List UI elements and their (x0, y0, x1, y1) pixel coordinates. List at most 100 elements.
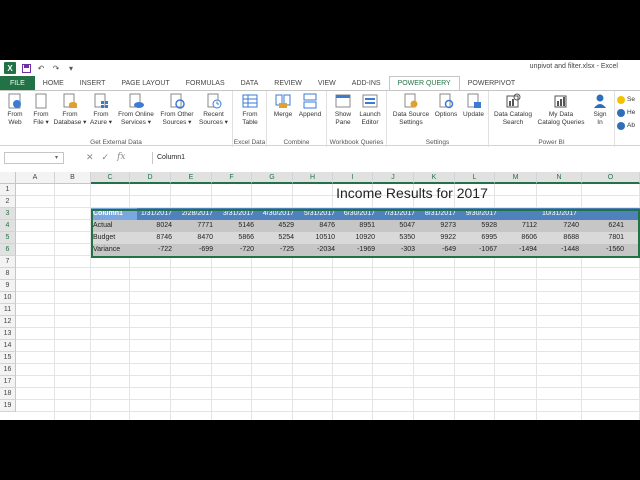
side-item-send[interactable]: Se (617, 93, 635, 106)
column-header-e[interactable]: E (171, 172, 212, 184)
row-header-11[interactable]: 11 (0, 304, 16, 316)
table-cell[interactable]: 8024 (137, 220, 176, 232)
tab-home[interactable]: HOME (35, 76, 72, 90)
table-header-cell[interactable]: 2/28/2017 (176, 208, 217, 220)
table-cell[interactable]: -720 (217, 244, 258, 256)
column-header-n[interactable]: N (537, 172, 582, 184)
from-file-button[interactable]: From File ▾ (28, 93, 54, 127)
tab-data[interactable]: DATA (233, 76, 267, 90)
column-header-a[interactable]: A (16, 172, 55, 184)
table-header-label[interactable]: Column1 (91, 208, 137, 220)
customize-icon[interactable]: ▾ (66, 63, 76, 73)
table-header-cell[interactable]: 5/31/2017 (298, 208, 339, 220)
table-header-cell[interactable]: 8/31/2017 (419, 208, 460, 220)
table-header-cell[interactable]: 3/31/2017 (217, 208, 258, 220)
column-header-c[interactable]: C (91, 172, 130, 184)
from-web-button[interactable]: From Web (2, 93, 28, 127)
row-header-19[interactable]: 19 (0, 400, 16, 412)
table-header-cell[interactable]: 9/30/2017 (460, 208, 501, 220)
tab-formulas[interactable]: FORMULAS (178, 76, 233, 90)
table-cell[interactable]: 5146 (217, 220, 258, 232)
column-header-o[interactable]: O (582, 172, 640, 184)
tab-power-query[interactable]: POWER QUERY (388, 76, 460, 90)
from-azure-button[interactable]: From Azure ▾ (87, 93, 115, 127)
row-header-8[interactable]: 8 (0, 268, 16, 280)
table-row[interactable]: Actual 8024 7771 5146 4529 8476 8951 5047 9273 59… (91, 220, 640, 232)
row-header-14[interactable]: 14 (0, 340, 16, 352)
table-cell[interactable]: 8688 (541, 232, 583, 244)
options-button[interactable]: Options (432, 93, 460, 119)
side-item-about[interactable]: Ab (617, 119, 635, 132)
table-cell[interactable]: -1448 (541, 244, 583, 256)
table-cell[interactable]: 10920 (339, 232, 379, 244)
formula-input[interactable]: Column1 (152, 152, 640, 164)
table-row[interactable]: Variance -722 -699 -720 -725 -2034 -1969 -303 -6… (91, 244, 640, 256)
select-all-corner[interactable] (0, 172, 16, 184)
side-item-help[interactable]: He (617, 106, 635, 119)
table-cell[interactable]: 8476 (298, 220, 339, 232)
table-cell[interactable]: -722 (137, 244, 176, 256)
worksheet-grid[interactable]: ABCDEFGHIJKLMNO 1 2 3 4 5 6 7 8 9 10 11 12 13 14 15 16 1… (0, 172, 640, 420)
enter-icon[interactable]: ✓ (102, 152, 110, 163)
recent-sources-button[interactable]: Recent Sources ▾ (197, 93, 230, 127)
tab-powerpivot[interactable]: POWERPIVOT (460, 76, 523, 90)
name-box-dropdown-icon[interactable]: ▾ (55, 154, 58, 161)
column-header-g[interactable]: G (252, 172, 293, 184)
redo-icon[interactable]: ↷ (51, 63, 61, 73)
table-row-label[interactable]: Budget (91, 232, 137, 244)
table-header-row[interactable]: Column1 1/31/2017 2/28/2017 3/31/2017 4/30/2… (91, 208, 640, 220)
table-header-cell[interactable]: 1/31/2017 (137, 208, 176, 220)
column-header-j[interactable]: J (373, 172, 414, 184)
insert-function-icon[interactable]: fx (117, 152, 125, 163)
table-cell[interactable]: -1969 (339, 244, 379, 256)
table-cell[interactable]: 10510 (298, 232, 339, 244)
my-data-catalog-queries-button[interactable]: My Data Catalog Queries (535, 93, 587, 127)
row-header-9[interactable]: 9 (0, 280, 16, 292)
sheet-title[interactable]: Income Results for 2017 (212, 184, 612, 202)
from-other-sources-button[interactable]: From Other Sources ▾ (158, 93, 196, 127)
table-row-label[interactable]: Actual (91, 220, 137, 232)
table-cell[interactable]: -1560 (583, 244, 628, 256)
table-cell[interactable]: 7112 (501, 220, 541, 232)
launch-editor-button[interactable]: Launch Editor (356, 93, 384, 127)
table-cell[interactable]: 5928 (460, 220, 501, 232)
append-button[interactable]: Append (296, 93, 324, 119)
table-cell[interactable]: -303 (379, 244, 419, 256)
tab-page-layout[interactable]: PAGE LAYOUT (113, 76, 177, 90)
data-catalog-search-button[interactable]: Data Catalog Search (492, 93, 534, 127)
tab-view[interactable]: VIEW (310, 76, 344, 90)
column-header-d[interactable]: D (130, 172, 171, 184)
column-header-l[interactable]: L (455, 172, 495, 184)
undo-icon[interactable]: ↶ (36, 63, 46, 73)
table-cell[interactable]: 8470 (176, 232, 217, 244)
table-cell[interactable]: 4529 (258, 220, 298, 232)
table-cell[interactable]: -725 (258, 244, 298, 256)
from-database-button[interactable]: From Database ▾ (54, 93, 86, 127)
table-cell[interactable]: 8606 (501, 232, 541, 244)
table-cell[interactable]: 6995 (460, 232, 501, 244)
table-cell[interactable]: 5866 (217, 232, 258, 244)
table-cell[interactable]: -2034 (298, 244, 339, 256)
cancel-icon[interactable]: ✕ (86, 152, 94, 163)
column-header-k[interactable]: K (414, 172, 455, 184)
table-cell[interactable]: -1494 (501, 244, 541, 256)
row-header-2[interactable]: 2 (0, 196, 16, 208)
table-header-cell[interactable]: 6/30/2017 (339, 208, 379, 220)
column-header-i[interactable]: I (333, 172, 373, 184)
table-cell[interactable]: -649 (419, 244, 460, 256)
column-header-b[interactable]: B (55, 172, 91, 184)
table-cell[interactable]: 9273 (419, 220, 460, 232)
save-icon[interactable] (21, 63, 31, 73)
table-cell[interactable]: -1067 (460, 244, 501, 256)
column-header-m[interactable]: M (495, 172, 537, 184)
row-header-17[interactable]: 17 (0, 376, 16, 388)
sign-in-button[interactable]: Sign In (589, 93, 611, 127)
row-header-4[interactable]: 4 (0, 220, 16, 232)
row-header-13[interactable]: 13 (0, 328, 16, 340)
row-header-16[interactable]: 16 (0, 364, 16, 376)
table-header-cell[interactable]: 10/31/2017 (501, 208, 581, 220)
row-header-18[interactable]: 18 (0, 388, 16, 400)
row-header-1[interactable]: 1 (0, 184, 16, 196)
data-source-settings-button[interactable]: Data Source Settings (390, 93, 432, 127)
show-pane-button[interactable]: Show Pane (330, 93, 356, 127)
